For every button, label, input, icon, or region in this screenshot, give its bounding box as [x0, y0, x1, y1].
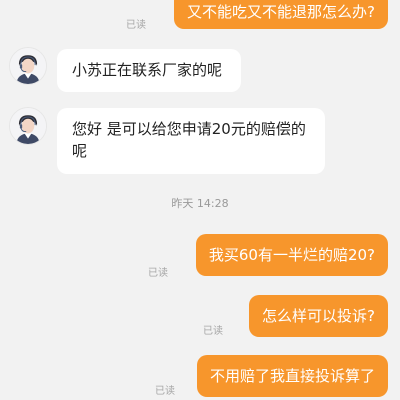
- customer-service-agent-avatar-icon: [10, 108, 46, 144]
- outgoing-message-bubble[interactable]: 怎么样可以投诉?: [249, 295, 388, 337]
- outgoing-message-bubble[interactable]: 不用赔了我直接投诉算了: [196, 355, 388, 397]
- message-text: 怎么样可以投诉?: [262, 307, 375, 325]
- agent-avatar[interactable]: [9, 107, 47, 145]
- incoming-message-bubble[interactable]: 您好 是可以给您申请20元的赔偿的呢: [57, 108, 325, 174]
- read-status: 已读: [148, 268, 168, 279]
- incoming-message-bubble[interactable]: 小苏正在联系厂家的呢: [57, 49, 241, 92]
- read-status: 已读: [126, 20, 146, 31]
- read-status: 已读: [203, 326, 223, 337]
- agent-avatar[interactable]: [9, 47, 47, 85]
- read-status: 已读: [155, 386, 175, 397]
- message-text: 您好 是可以给您申请20元的赔偿的呢: [72, 120, 306, 160]
- message-text: 不用赔了我直接投诉算了: [209, 367, 375, 385]
- customer-service-agent-avatar-icon: [10, 48, 46, 84]
- outgoing-message-bubble[interactable]: 我买60有一半烂的赔20?: [195, 234, 388, 276]
- message-text: 又不能吃又不能退那怎么办?: [187, 3, 375, 21]
- message-text: 我买60有一半烂的赔20?: [208, 246, 375, 264]
- message-timestamp: 昨天 14:28: [171, 197, 229, 210]
- chat-message-list[interactable]: 又不能吃又不能退那怎么办? 已读 小苏正在联系厂家的呢 您好 是可以给您申请20…: [0, 0, 400, 400]
- message-text: 小苏正在联系厂家的呢: [72, 61, 223, 79]
- outgoing-message-bubble[interactable]: 又不能吃又不能退那怎么办?: [174, 0, 388, 29]
